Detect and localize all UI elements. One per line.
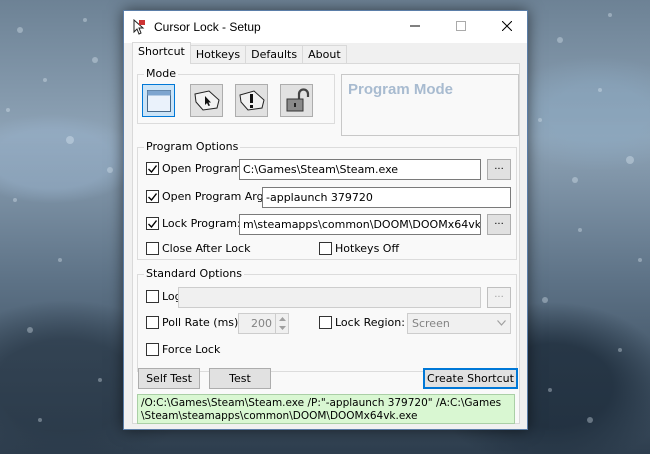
- open-program-browse-button[interactable]: ...: [487, 159, 511, 180]
- checkbox-box[interactable]: [146, 162, 159, 175]
- title-bar[interactable]: Cursor Lock - Setup: [124, 11, 527, 43]
- window-icon: [146, 89, 171, 112]
- self-test-button[interactable]: Self Test: [138, 368, 200, 389]
- poll-rate-field[interactable]: 200: [238, 313, 276, 334]
- checkmark-icon: [148, 164, 157, 173]
- mode-warning-button[interactable]: [235, 84, 268, 117]
- cursor-key-icon: [193, 89, 220, 111]
- lock-program-browse-button[interactable]: ...: [487, 214, 511, 235]
- checkbox-box[interactable]: [146, 290, 159, 303]
- mode-cursor-button[interactable]: [190, 84, 223, 117]
- mode-window-button[interactable]: [142, 84, 175, 117]
- checkmark-icon: [148, 192, 157, 201]
- chevron-down-icon: [497, 320, 506, 326]
- open-program-args-field[interactable]: -applaunch 379720: [262, 187, 511, 208]
- minimize-button[interactable]: [392, 11, 438, 41]
- hotkeys-off-label: Hotkeys Off: [335, 242, 400, 255]
- program-options-label: Program Options: [144, 140, 241, 153]
- cursor-app-icon: [133, 19, 145, 35]
- lock-region-label: Lock Region:: [335, 316, 405, 329]
- lock-region-checkbox[interactable]: Lock Region:: [319, 316, 405, 329]
- window-title: Cursor Lock - Setup: [154, 20, 261, 34]
- open-program-checkbox[interactable]: Open Program:: [146, 162, 245, 175]
- checkbox-box[interactable]: [146, 242, 159, 255]
- lock-region-select[interactable]: Screen: [407, 313, 511, 334]
- shortcut-panel: Mode Program Mode Program Options Open P…: [132, 63, 520, 424]
- close-after-lock-checkbox[interactable]: Close After Lock: [146, 242, 250, 255]
- force-lock-label: Force Lock: [162, 343, 221, 356]
- maximize-button[interactable]: [438, 11, 484, 41]
- maximize-icon: [456, 21, 466, 31]
- lock-program-label: Lock Program:: [162, 217, 241, 230]
- poll-rate-spinner[interactable]: [275, 313, 289, 334]
- open-program-args-checkbox[interactable]: Open Program Args:: [146, 190, 273, 203]
- open-program-args-label: Open Program Args:: [162, 190, 274, 203]
- minimize-icon: [410, 25, 420, 27]
- checkbox-box[interactable]: [146, 343, 159, 356]
- test-button[interactable]: Test: [209, 368, 271, 389]
- command-line-preview: /O:C:\Games\Steam\Steam.exe /P:"-applaun…: [137, 394, 515, 424]
- lock-region-value: Screen: [412, 317, 450, 330]
- tab-defaults[interactable]: Defaults: [245, 45, 304, 64]
- force-lock-checkbox[interactable]: Force Lock: [146, 343, 220, 356]
- tab-shortcut[interactable]: Shortcut: [132, 42, 191, 64]
- checkbox-box[interactable]: [146, 316, 159, 329]
- spin-down-icon[interactable]: [276, 323, 288, 332]
- checkbox-box[interactable]: [319, 316, 332, 329]
- poll-rate-label: Poll Rate (ms):: [162, 316, 243, 329]
- checkmark-icon: [148, 219, 157, 228]
- checkbox-box[interactable]: [319, 242, 332, 255]
- checkbox-box[interactable]: [146, 217, 159, 230]
- tab-strip: Shortcut Hotkeys Defaults About: [132, 42, 347, 64]
- setup-window: Cursor Lock - Setup Shortcut Hotkeys Def…: [123, 10, 528, 430]
- spin-up-icon[interactable]: [276, 314, 288, 323]
- lock-program-checkbox[interactable]: Lock Program:: [146, 217, 241, 230]
- mode-unlock-button[interactable]: [280, 84, 313, 117]
- open-program-field[interactable]: C:\Games\Steam\Steam.exe: [239, 159, 481, 180]
- create-shortcut-button[interactable]: Create Shortcut: [423, 368, 518, 389]
- hotkeys-off-checkbox[interactable]: Hotkeys Off: [319, 242, 399, 255]
- close-button[interactable]: [484, 11, 530, 41]
- close-icon: [502, 21, 512, 31]
- current-mode-label: Program Mode: [348, 81, 454, 98]
- standard-options-label: Standard Options: [144, 267, 244, 280]
- checkbox-box[interactable]: [146, 190, 159, 203]
- warning-icon: [238, 89, 265, 111]
- open-program-label: Open Program:: [162, 162, 245, 175]
- log-browse-button[interactable]: ...: [487, 287, 511, 308]
- log-path-field[interactable]: [178, 287, 481, 308]
- poll-rate-checkbox[interactable]: Poll Rate (ms):: [146, 316, 242, 329]
- tab-hotkeys[interactable]: Hotkeys: [189, 45, 247, 64]
- mode-group-label: Mode: [144, 67, 178, 80]
- close-after-lock-label: Close After Lock: [162, 242, 251, 255]
- lock-program-field[interactable]: m\steamapps\common\DOOM\DOOMx64vk.exe: [239, 214, 481, 235]
- unlock-icon: [286, 87, 309, 111]
- mode-display: Program Mode: [341, 74, 519, 136]
- tab-about[interactable]: About: [302, 45, 347, 64]
